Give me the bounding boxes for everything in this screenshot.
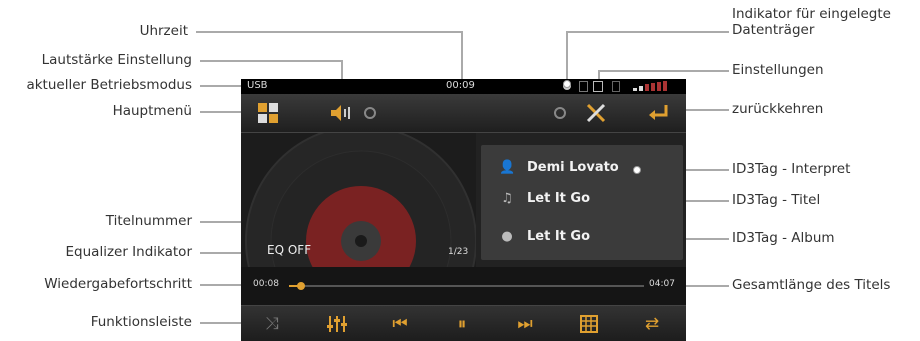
callout-dot <box>633 166 641 174</box>
callout-uhrzeit: Uhrzeit <box>139 23 188 39</box>
callout-interpret: ID3Tag - Interpret <box>732 161 851 177</box>
equalizer-button[interactable] <box>325 312 349 336</box>
track-number: 1/23 <box>448 247 469 257</box>
equalizer-icon <box>327 316 347 338</box>
previous-icon: ⏮ <box>392 314 408 334</box>
total-time: 04:07 <box>649 279 675 289</box>
id3-artist-row: 👤 Demi Lovato <box>499 156 619 178</box>
signal-icon <box>633 81 673 91</box>
callout-einstellungen: Einstellungen <box>732 62 824 78</box>
volume-icon <box>329 105 351 127</box>
status-bar: USB 00:09 <box>241 79 686 94</box>
back-button[interactable] <box>646 102 670 124</box>
elapsed-time: 00:08 <box>253 279 279 289</box>
function-bar: ⤨ ⏮ ⏸ ⏭ ⇄ <box>241 305 686 341</box>
back-icon <box>646 105 670 128</box>
settings-knob[interactable] <box>554 107 566 119</box>
main-menu-button[interactable] <box>257 102 279 124</box>
callout-datentraeger: Indikator für eingelegte Datenträger <box>732 6 891 38</box>
callout-gesamtlaenge: Gesamtlänge des Titels <box>732 277 891 293</box>
callout-equalizer: Equalizer Indikator <box>65 244 192 260</box>
id3-title: Let It Go <box>527 190 591 206</box>
id3-panel: 👤 Demi Lovato ♫ Let It Go ● Let It Go <box>481 145 683 260</box>
callout-betriebsmodus: aktueller Betriebsmodus <box>26 77 192 93</box>
settings-button[interactable] <box>585 102 607 124</box>
music-note-icon: ♫ <box>501 190 513 206</box>
repeat-button[interactable]: ⇄ <box>640 312 664 336</box>
callout-album: ID3Tag - Album <box>732 230 835 246</box>
previous-button[interactable]: ⏮ <box>388 312 412 336</box>
sd-card-icon <box>579 81 588 92</box>
album-art-panel: 1/23 EQ OFF <box>241 133 476 267</box>
callout-dot <box>563 80 571 88</box>
callout-funktionsleiste: Funktionsleiste <box>90 314 192 330</box>
next-icon: ⏭ <box>517 314 533 334</box>
list-button[interactable] <box>577 312 601 336</box>
settings-icon <box>585 103 607 128</box>
top-bar <box>241 94 686 133</box>
next-button[interactable]: ⏭ <box>513 312 537 336</box>
id3-album: Let It Go <box>527 228 591 244</box>
volume-button[interactable] <box>329 103 351 123</box>
volume-knob[interactable] <box>364 107 376 119</box>
shuffle-icon: ⤨ <box>265 314 279 334</box>
shuffle-button[interactable]: ⤨ <box>260 312 284 336</box>
id3-title-row: ♫ Let It Go <box>499 187 590 209</box>
progress-track[interactable] <box>289 282 644 290</box>
id3-artist: Demi Lovato <box>527 159 619 175</box>
main-menu-icon <box>257 103 279 128</box>
mode-indicator: USB <box>247 80 268 91</box>
id3-album-row: ● Let It Go <box>499 225 590 247</box>
person-icon: 👤 <box>499 159 516 175</box>
eq-indicator: EQ OFF <box>267 243 312 257</box>
player-screen: USB 00:09 1/23 EQ OFF 👤 Demi Lovato ♫ Le… <box>241 79 686 341</box>
pause-button[interactable]: ⏸ <box>450 312 474 336</box>
repeat-icon: ⇄ <box>644 314 660 334</box>
pause-icon: ⏸ <box>457 314 467 334</box>
progress-area: 00:08 04:07 <box>241 267 686 305</box>
usb-icon <box>593 81 603 92</box>
list-icon <box>580 315 598 338</box>
progress-handle[interactable] <box>297 282 306 290</box>
callout-titelnummer: Titelnummer <box>105 213 192 229</box>
content-area: 1/23 EQ OFF 👤 Demi Lovato ♫ Let It Go ● … <box>241 133 686 267</box>
callout-titel: ID3Tag - Titel <box>732 192 821 208</box>
clock: 00:09 <box>446 80 475 91</box>
callout-lautstaerke: Lautstärke Einstellung <box>41 52 192 68</box>
callout-hauptmenue: Hauptmenü <box>112 103 192 119</box>
callout-zurueck: zurückkehren <box>732 101 824 117</box>
album-disc-icon: ● <box>501 228 513 244</box>
sd-card-icon <box>612 81 620 92</box>
callout-wiedergabe: Wiedergabefortschritt <box>44 276 192 292</box>
